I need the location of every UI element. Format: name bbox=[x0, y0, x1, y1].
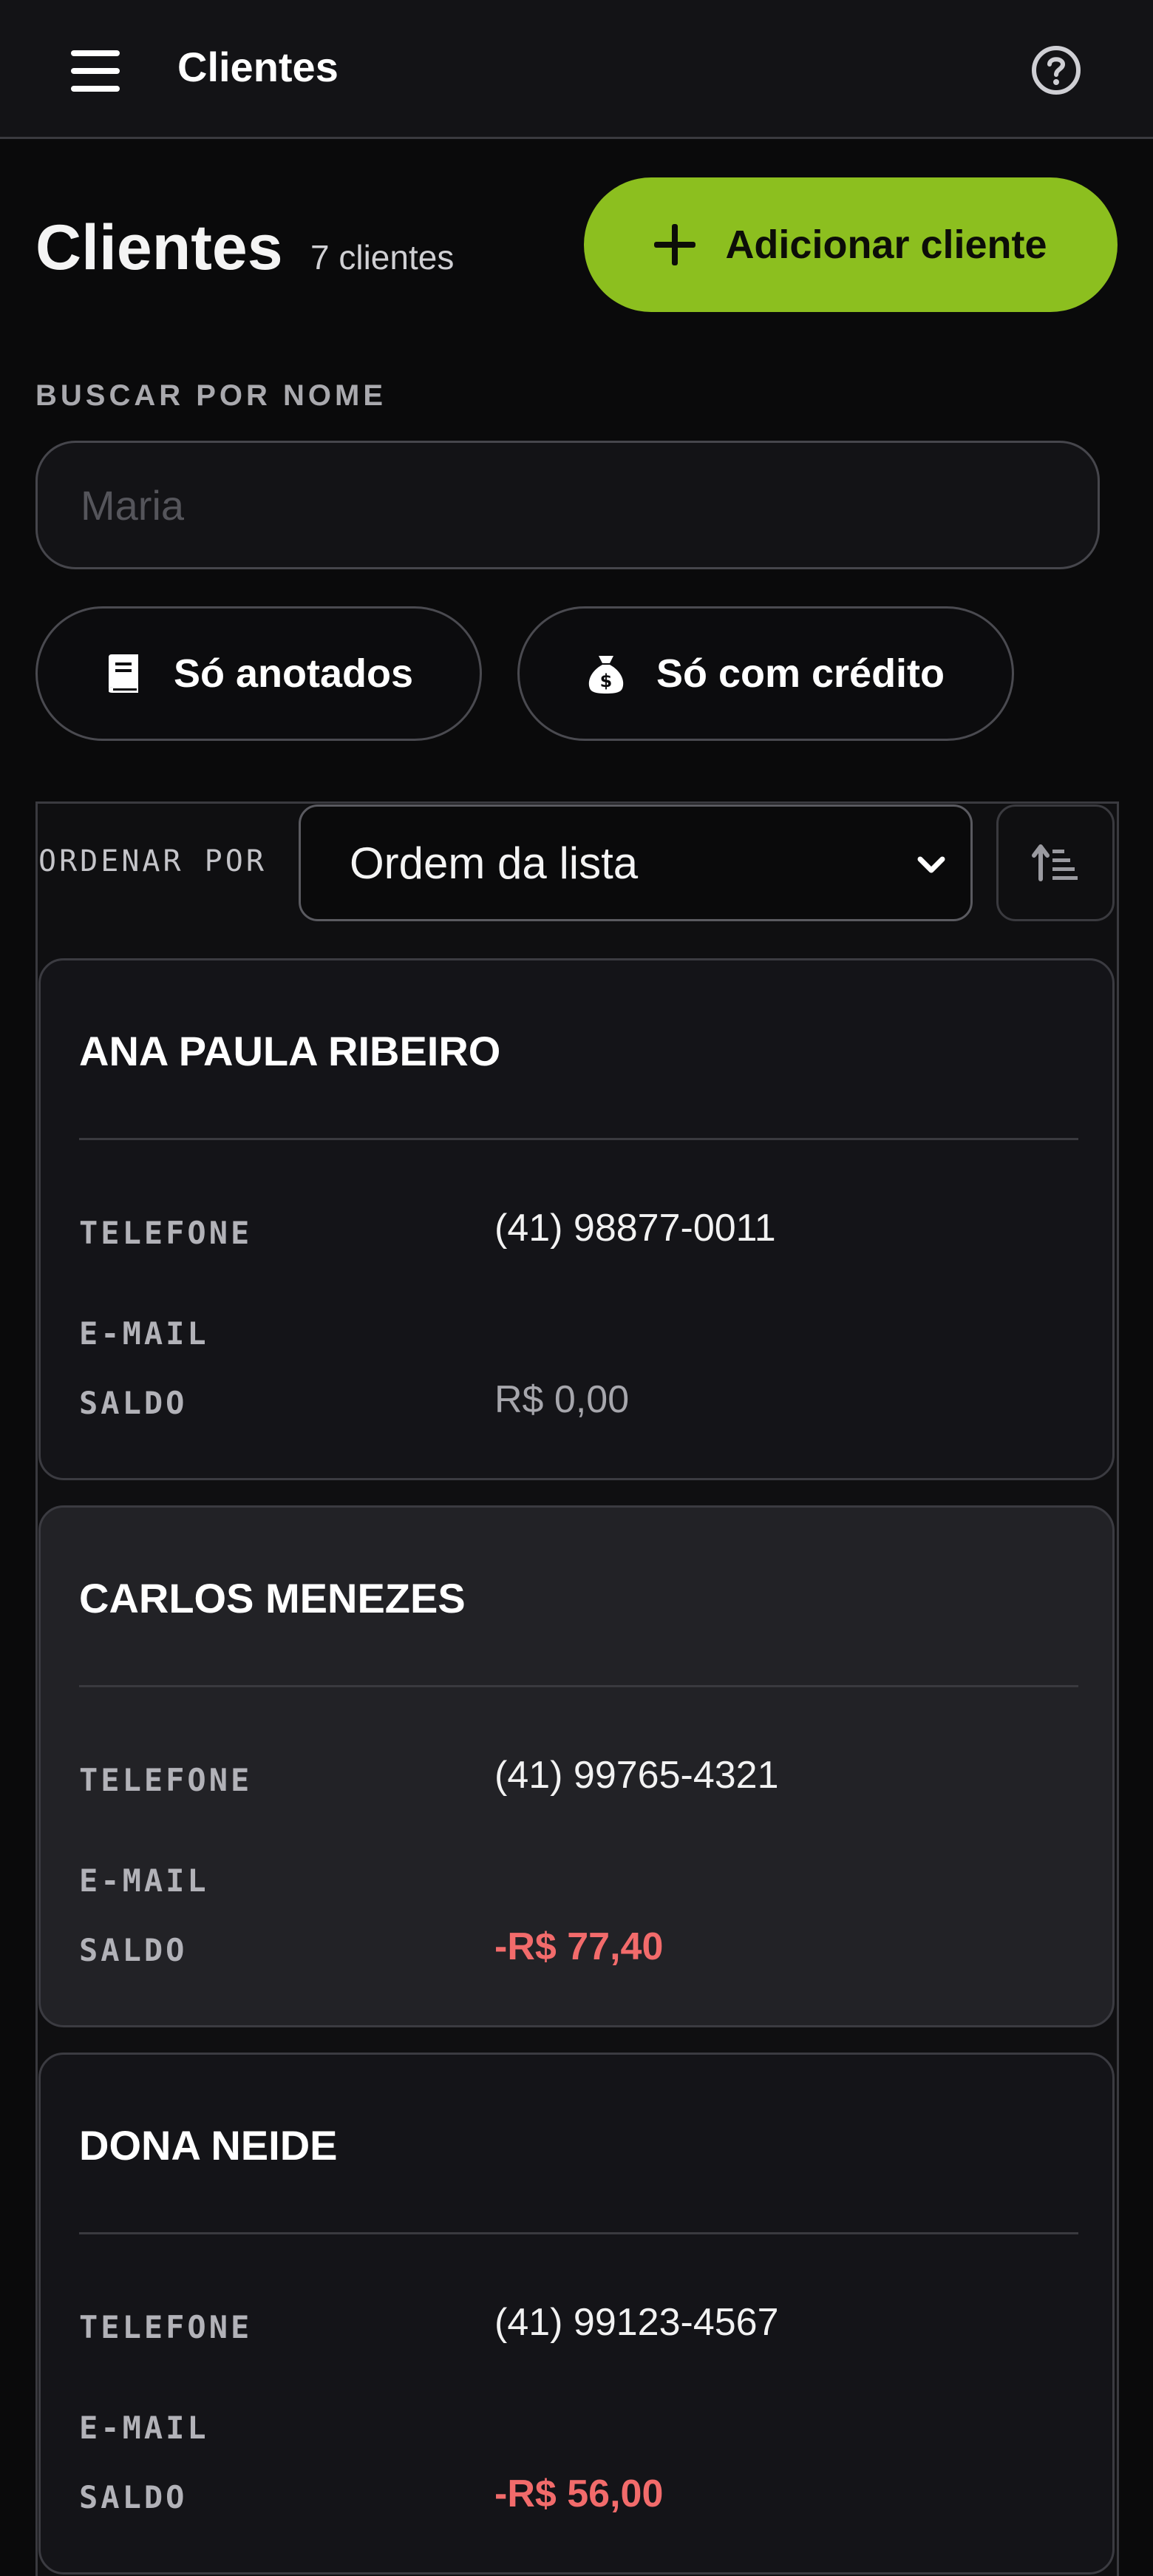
notebook-icon bbox=[108, 654, 138, 693]
phone-label: TELEFONE bbox=[79, 2309, 253, 2345]
client-card[interactable]: ANA PAULA RIBEIRO TELEFONE (41) 98877-00… bbox=[38, 958, 1115, 1480]
money-bag-icon: $ bbox=[588, 656, 624, 694]
plus-icon bbox=[654, 224, 696, 265]
balance-value: -R$ 56,00 bbox=[494, 2472, 664, 2515]
client-card[interactable]: DONA NEIDE TELEFONE (41) 99123-4567 E-MA… bbox=[38, 2053, 1115, 2575]
card-divider bbox=[79, 2232, 1078, 2234]
balance-value: -R$ 77,40 bbox=[494, 1925, 664, 1968]
client-card[interactable]: CARLOS MENEZES TELEFONE (41) 99765-4321 … bbox=[38, 1505, 1115, 2027]
sort-select-value: Ordem da lista bbox=[350, 838, 639, 888]
email-label: E-MAIL bbox=[79, 1315, 209, 1352]
sort-order-button[interactable] bbox=[996, 804, 1115, 921]
sort-select[interactable]: Ordem da lista bbox=[299, 804, 973, 921]
filter-credit-button[interactable]: $ Só com crédito bbox=[517, 606, 1014, 741]
search-label: BUSCAR POR NOME bbox=[35, 379, 387, 412]
phone-label: TELEFONE bbox=[79, 1215, 253, 1251]
filter-annotated-button[interactable]: Só anotados bbox=[35, 606, 482, 741]
page-title: Clientes bbox=[35, 212, 283, 283]
sort-ascending-icon bbox=[1032, 844, 1078, 881]
top-app-bar: Clientes bbox=[0, 0, 1153, 139]
chevron-down-icon bbox=[917, 856, 945, 873]
phone-value: (41) 98877-0011 bbox=[494, 1207, 776, 1250]
client-name: DONA NEIDE bbox=[79, 2122, 338, 2169]
help-circle-icon[interactable] bbox=[1030, 44, 1082, 96]
email-label: E-MAIL bbox=[79, 1862, 209, 1899]
balance-label: SALDO bbox=[79, 2479, 188, 2515]
client-count: 7 clientes bbox=[310, 238, 455, 277]
email-label: E-MAIL bbox=[79, 2410, 209, 2446]
filter-annotated-label: Só anotados bbox=[173, 651, 414, 696]
search-input[interactable] bbox=[35, 441, 1100, 569]
phone-label: TELEFONE bbox=[79, 1762, 253, 1798]
balance-value: R$ 0,00 bbox=[494, 1378, 630, 1421]
hamburger-icon[interactable] bbox=[71, 50, 120, 92]
card-divider bbox=[79, 1685, 1078, 1687]
phone-value: (41) 99123-4567 bbox=[494, 2301, 779, 2344]
card-divider bbox=[79, 1138, 1078, 1140]
sort-label: ORDENAR POR bbox=[38, 844, 267, 878]
add-client-button-label: Adicionar cliente bbox=[725, 223, 1047, 267]
filter-credit-label: Só com crédito bbox=[656, 651, 945, 696]
app-bar-title: Clientes bbox=[177, 44, 339, 90]
add-client-button[interactable]: Adicionar cliente bbox=[584, 177, 1118, 312]
client-name: CARLOS MENEZES bbox=[79, 1575, 466, 1621]
balance-label: SALDO bbox=[79, 1932, 188, 1968]
client-name: ANA PAULA RIBEIRO bbox=[79, 1028, 501, 1074]
phone-value: (41) 99765-4321 bbox=[494, 1754, 779, 1797]
balance-label: SALDO bbox=[79, 1385, 188, 1421]
svg-text:$: $ bbox=[600, 671, 613, 691]
